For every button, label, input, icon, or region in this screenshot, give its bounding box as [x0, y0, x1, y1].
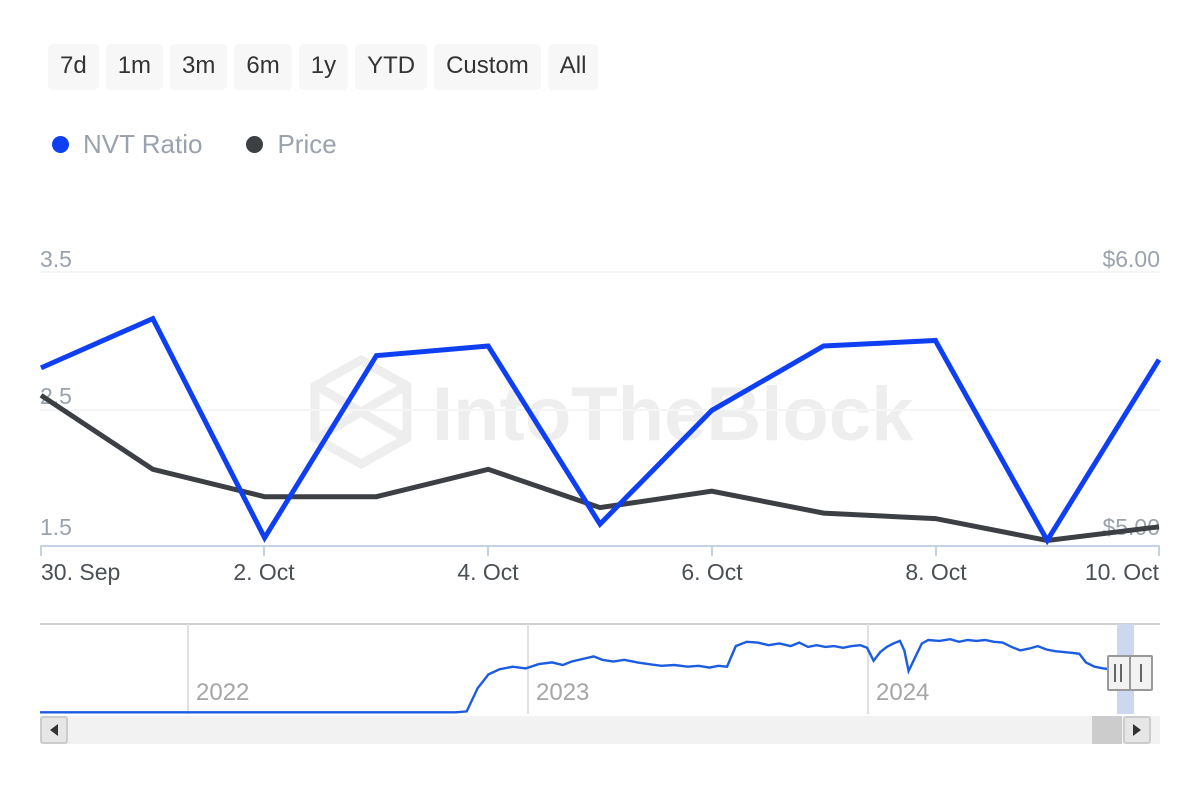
legend-item-price[interactable]: Price	[246, 131, 336, 157]
y-axis-tick-2_5: 2.5	[40, 383, 72, 409]
range-button-7d[interactable]: 7d	[48, 44, 99, 90]
legend-label-price: Price	[277, 131, 336, 157]
x-axis-tick-6-oct: 6. Oct	[681, 559, 743, 585]
x-axis-tick-10-oct: 10. Oct	[1085, 559, 1160, 585]
x-axis-tick-30-sep: 30. Sep	[41, 559, 120, 585]
y2-axis-tick-5: $5.00	[1102, 514, 1160, 540]
y-axis-tick-3_5: 3.5	[40, 246, 72, 272]
range-button-1y[interactable]: 1y	[299, 44, 348, 90]
series-line-price	[41, 395, 1159, 540]
intotheblock-hexagon-logo-icon	[315, 360, 407, 464]
range-selector: 7d 1m 3m 6m 1y YTD Custom All	[48, 44, 598, 90]
scroll-left-arrow-icon[interactable]	[41, 717, 67, 743]
navigator-year-2023: 2023	[536, 679, 589, 706]
legend-label-nvt-ratio: NVT Ratio	[83, 131, 202, 157]
watermark-text: IntoTheBlock	[432, 372, 914, 457]
navigator-scrollbar-thumb[interactable]	[1092, 716, 1122, 744]
navigator-year-2024: 2024	[876, 679, 929, 706]
range-button-1m[interactable]: 1m	[106, 44, 163, 90]
plot-area: IntoTheBlock 3.5 2.5 1.5 $6.00 $5.00 30.…	[0, 0, 1200, 620]
circle-marker-icon	[52, 136, 69, 153]
range-button-all[interactable]: All	[548, 44, 599, 90]
y-axis-tick-1_5: 1.5	[40, 514, 72, 540]
intotheblock-watermark: IntoTheBlock	[315, 360, 914, 464]
x-axis-tick-8-oct: 8. Oct	[905, 559, 967, 585]
navigator-scrollbar-track[interactable]	[40, 716, 1160, 744]
navigator-right-handle[interactable]	[1130, 656, 1152, 690]
chart-legend: NVT Ratio Price	[52, 131, 337, 157]
chart-navigator[interactable]: 2022 2023 2024	[40, 618, 1160, 748]
x-axis-tick-4-oct: 4. Oct	[457, 559, 519, 585]
x-axis-tick-2-oct: 2. Oct	[233, 559, 295, 585]
series-line-nvt-ratio	[41, 319, 1159, 541]
range-button-ytd[interactable]: YTD	[355, 44, 427, 90]
legend-item-nvt-ratio[interactable]: NVT Ratio	[52, 131, 202, 157]
navigator-left-handle[interactable]	[1108, 656, 1130, 690]
range-button-6m[interactable]: 6m	[234, 44, 291, 90]
navigator-year-2022: 2022	[196, 679, 249, 706]
chart-widget: 7d 1m 3m 6m 1y YTD Custom All NVT Ratio …	[0, 0, 1200, 800]
range-button-3m[interactable]: 3m	[170, 44, 227, 90]
circle-marker-icon	[246, 136, 263, 153]
scroll-right-arrow-icon[interactable]	[1124, 717, 1150, 743]
range-button-custom[interactable]: Custom	[434, 44, 541, 90]
y2-axis-tick-6: $6.00	[1102, 246, 1160, 272]
